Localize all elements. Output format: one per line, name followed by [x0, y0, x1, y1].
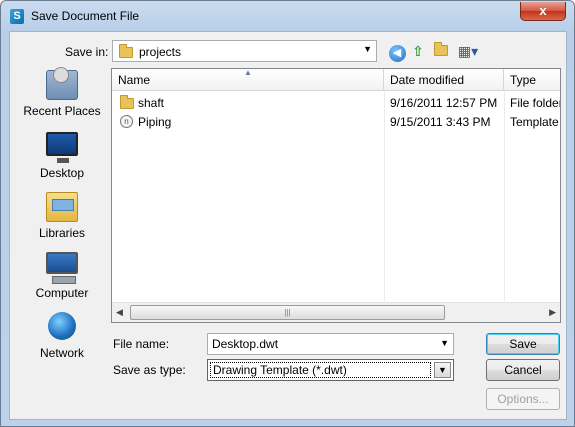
save-as-type-value: Drawing Template (*.dwt) — [210, 362, 431, 378]
view-menu-icon: ▦▾ — [457, 43, 479, 59]
place-recent-places[interactable]: Recent Places — [18, 67, 106, 126]
desktop-icon — [46, 132, 78, 163]
save-in-dropdown[interactable]: projects ▼ — [112, 40, 377, 62]
libraries-icon — [46, 192, 78, 222]
place-label: Libraries — [38, 226, 86, 240]
column-header-date-modified[interactable]: Date modified — [384, 69, 504, 91]
file-name-input[interactable]: Desktop.dwt ▼ — [207, 333, 454, 355]
view-menu-button[interactable]: ▦▾ — [455, 41, 481, 61]
back-button[interactable]: ◀ — [387, 41, 407, 62]
file-date-cell: 9/15/2011 3:43 PM — [390, 115, 491, 129]
save-in-value: projects — [139, 45, 182, 59]
place-label: Recent Places — [23, 104, 101, 118]
save-as-type-label: Save as type: — [113, 363, 186, 377]
place-computer[interactable]: Computer — [18, 252, 106, 308]
up-folder-button[interactable]: ⇧ — [408, 41, 428, 61]
file-type-cell: File folder — [510, 96, 560, 110]
network-icon — [48, 312, 76, 340]
new-folder-button[interactable] — [431, 41, 451, 61]
folder-icon — [119, 44, 133, 58]
file-type-cell: Template — [510, 115, 559, 129]
save-as-type-dropdown[interactable]: Drawing Template (*.dwt) ▼ — [207, 359, 454, 381]
save-button[interactable]: Save — [486, 333, 560, 355]
file-row-shaft[interactable]: shaft 9/16/2011 12:57 PM File folder — [112, 93, 560, 112]
place-network[interactable]: Network — [18, 312, 106, 368]
options-button[interactable]: Options... — [486, 388, 560, 410]
file-name-cell: Piping — [138, 115, 172, 129]
close-button[interactable]: x — [520, 2, 566, 21]
chevron-down-icon: ▼ — [363, 44, 372, 54]
save-in-label: Save in: — [65, 45, 109, 59]
place-desktop[interactable]: Desktop — [18, 132, 106, 188]
file-name-cell: shaft — [138, 96, 165, 110]
horizontal-scrollbar[interactable]: ◀ ||| ▶ — [112, 302, 560, 322]
file-list[interactable]: ▲ Name Date modified Type shaft 9/16/201… — [111, 68, 561, 323]
place-label: Computer — [35, 286, 89, 300]
file-date-cell: 9/16/2011 12:57 PM — [390, 96, 498, 110]
places-bar: Recent Places Desktop Libraries Computer… — [18, 67, 106, 370]
app-icon: S — [10, 9, 24, 24]
sort-ascending-icon: ▲ — [244, 68, 252, 77]
dialog-client-area: Save in: projects ▼ ◀ ⇧ ▦▾ Recent Places… — [9, 31, 567, 420]
template-icon: n — [120, 115, 133, 128]
chevron-down-icon[interactable]: ▼ — [440, 338, 449, 348]
up-folder-icon: ⇧ — [412, 43, 424, 59]
cancel-button[interactable]: Cancel — [486, 359, 560, 381]
scroll-right-icon[interactable]: ▶ — [549, 307, 556, 318]
save-dialog-window: S Save Document File x Save in: projects… — [0, 0, 575, 427]
recent-places-icon — [46, 67, 78, 100]
file-name-value: Desktop.dwt — [212, 337, 279, 351]
chevron-down-icon[interactable]: ▼ — [434, 362, 451, 378]
title-bar[interactable]: S Save Document File x — [1, 1, 574, 31]
place-label: Network — [39, 346, 84, 360]
place-label: Desktop — [39, 166, 85, 180]
scroll-left-icon[interactable]: ◀ — [116, 307, 123, 318]
place-libraries[interactable]: Libraries — [18, 192, 106, 248]
column-header-name[interactable]: ▲ Name — [112, 68, 384, 91]
file-name-label: File name: — [113, 337, 170, 351]
new-folder-icon — [434, 42, 448, 56]
window-title: Save Document File — [31, 9, 140, 23]
computer-icon — [46, 252, 78, 284]
column-header-type[interactable]: Type — [504, 69, 560, 91]
scrollbar-thumb[interactable]: ||| — [130, 305, 445, 320]
folder-icon — [120, 95, 134, 109]
back-icon: ◀ — [388, 45, 406, 62]
file-row-piping[interactable]: n Piping 9/15/2011 3:43 PM Template — [112, 112, 560, 131]
